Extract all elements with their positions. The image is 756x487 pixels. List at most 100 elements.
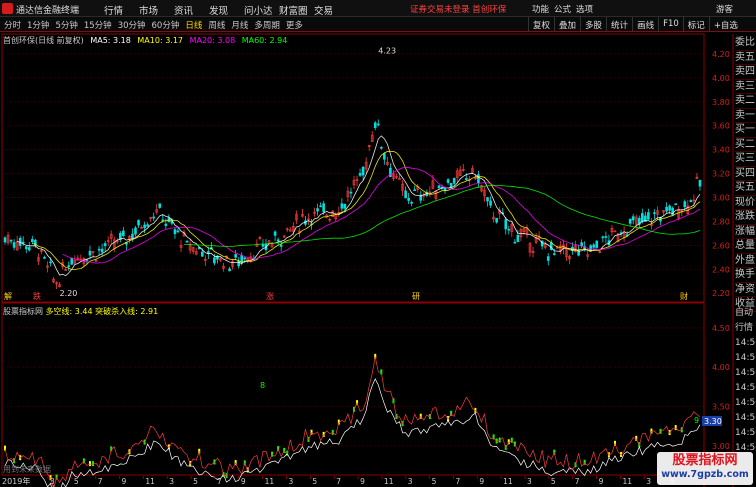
menu-item-formula[interactable]: 公式 [554, 3, 576, 15]
candle-body [674, 203, 677, 205]
draw-line-button[interactable]: 画线 [632, 17, 658, 32]
mark-button[interactable]: 标记 [682, 17, 709, 32]
candle-body [243, 257, 247, 260]
side-label: 买二 [735, 138, 756, 152]
side-tick[interactable]: 行情 [735, 321, 756, 336]
chart-tools: 复权 叠加 多股 统计 画线 F10 标记 +自选 [528, 17, 742, 32]
candle-body [200, 251, 204, 257]
candle-body [340, 203, 344, 209]
side-label: 净资 [735, 283, 756, 297]
menu-item-market[interactable]: 市场 [139, 3, 174, 17]
candle-body [592, 244, 596, 248]
tab-more[interactable]: 更多 [286, 19, 303, 31]
tab-1min[interactable]: 1分钟 [27, 19, 49, 31]
candle-body [407, 197, 410, 201]
candle-body [516, 235, 520, 243]
indicator-tick-label: 4.00 [712, 363, 730, 372]
watermark-url: www.7gpzb.com [661, 469, 749, 480]
month-label: 9 [122, 477, 127, 486]
candle-body [437, 185, 441, 188]
tab-intraday[interactable]: 分时 [4, 19, 21, 31]
tab-15min[interactable]: 15分钟 [84, 19, 112, 31]
candle-body [9, 239, 13, 242]
watermark-title: 股票指标网 [672, 453, 738, 468]
candle-body [389, 167, 392, 177]
f10-button[interactable]: F10 [658, 17, 683, 32]
login-notice-text: 证券交易未登录 [410, 5, 470, 15]
quote-side-panel: 委比 卖五 卖四 卖三 卖二 卖一 买一 买二 买三 买四 买五 现价 涨跌 涨… [735, 36, 756, 312]
candle-body [97, 248, 101, 251]
month-label: 3 [646, 477, 651, 486]
candle-body [3, 237, 7, 243]
month-label: 3 [289, 477, 294, 486]
price-tick-label: 3.60 [712, 122, 730, 131]
candle-body [173, 229, 177, 235]
side-label: 涨跌 [735, 210, 756, 225]
tab-30min[interactable]: 30分钟 [118, 19, 146, 31]
tab-daily[interactable]: 日线 [185, 19, 202, 31]
candle-body [43, 257, 46, 259]
statistics-button[interactable]: 统计 [606, 17, 632, 32]
side-tick[interactable]: 自动 [735, 306, 756, 321]
candle-body [143, 224, 146, 228]
month-label: 11 [384, 477, 394, 486]
tab-multi-period[interactable]: 多周期 [254, 19, 280, 31]
adjust-button[interactable]: 复权 [528, 17, 554, 32]
menu-item-ask[interactable]: 问小达 [244, 3, 279, 17]
indicator-tick-label: 4.50 [712, 324, 730, 333]
menu-item-news[interactable]: 资讯 [174, 3, 209, 17]
candle-body [383, 153, 386, 160]
candle-body [176, 230, 180, 233]
menu-item-quotes[interactable]: 行情 [104, 3, 139, 17]
candle-body [228, 268, 231, 272]
tab-weekly[interactable]: 周线 [208, 19, 225, 31]
event-marker: 涨 [266, 291, 274, 301]
month-label: 5 [312, 477, 317, 486]
tab-monthly[interactable]: 月线 [231, 19, 248, 31]
side-label: 外盘 [735, 254, 756, 268]
tab-5min[interactable]: 5分钟 [55, 19, 77, 31]
month-label: 9 [599, 477, 604, 486]
menu-item-function[interactable]: 功能 [532, 3, 554, 15]
side-tick: 14:50 [735, 428, 756, 438]
candle-body [489, 200, 492, 206]
stock-chart[interactable]: 4.20 4.00 3.80 3.60 3.40 3.20 3.00 2.80 2.60 2.40… [0, 32, 756, 487]
candle-body [70, 257, 74, 265]
candle-body [237, 260, 240, 267]
multi-stock-button[interactable]: 多股 [580, 17, 606, 32]
price-tick-label: 2.80 [712, 217, 730, 226]
login-notice[interactable]: 证券交易未登录 首创环保 [410, 3, 506, 15]
menu-item-trade[interactable]: 交易 [314, 3, 349, 17]
side-tick: 14:50 [735, 338, 756, 348]
candle-body [343, 203, 347, 209]
side-label: 总量 [735, 239, 756, 254]
guest-user[interactable]: 游客 [716, 3, 733, 15]
candle-body [67, 265, 71, 267]
candle-body [513, 241, 517, 244]
indicator-line1: 多空线: 3.44 [45, 307, 93, 316]
candle-body [601, 236, 605, 239]
candle-body [122, 230, 125, 237]
month-label: 11 [145, 477, 155, 486]
price-axes: 4.20 4.00 3.80 3.60 3.40 3.20 3.00 2.80 2.60 2.40… [712, 50, 730, 451]
add-watchlist-button[interactable]: +自选 [708, 17, 742, 32]
menu-item-wealth[interactable]: 财富圈 [279, 3, 314, 17]
candle-body [88, 250, 92, 256]
menu-item-discover[interactable]: 发现 [209, 3, 244, 17]
price-tick-label: 2.20 [712, 289, 730, 298]
candle-body [698, 179, 702, 187]
candle-body [477, 174, 480, 183]
tab-60min[interactable]: 60分钟 [152, 19, 180, 31]
month-label: 7 [217, 477, 222, 486]
price-tick-label: 3.80 [712, 98, 730, 107]
menu-item-options[interactable]: 选项 [576, 3, 598, 15]
side-label: 卖二 [735, 94, 756, 109]
tick-side-panel: 自动 行情 14:50 14:50 14:50 14:50 14:50 14:5… [735, 306, 756, 456]
event-marker: 解 [4, 291, 12, 301]
candle-body [380, 146, 383, 149]
overlay-button[interactable]: 叠加 [554, 17, 580, 32]
side-label: 卖五 [735, 51, 756, 65]
side-label: 买一 [735, 123, 756, 138]
candle-body [349, 191, 353, 194]
indicator-name: 股票指标网 [3, 307, 43, 316]
